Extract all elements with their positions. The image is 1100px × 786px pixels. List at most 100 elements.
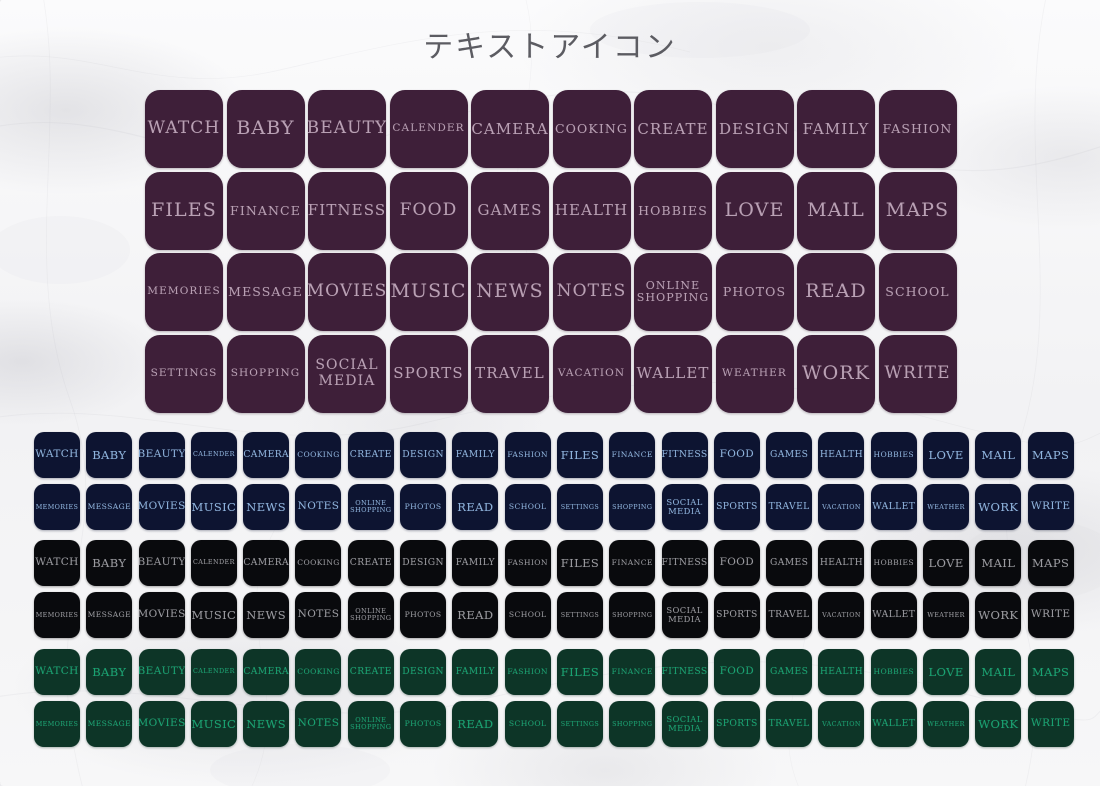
icon-tile-green-family[interactable]: FAMILY (452, 649, 499, 695)
icon-tile-black-work[interactable]: WORK (975, 592, 1022, 639)
icon-tile-navy-beauty[interactable]: BEAUTY (138, 432, 185, 478)
icon-tile-green-design[interactable]: DESIGN (400, 649, 447, 695)
icon-tile-black-family[interactable]: FAMILY (452, 540, 499, 586)
icon-tile-black-weather[interactable]: WEATHER (923, 592, 970, 639)
icon-tile-green-calender[interactable]: CALENDER (190, 649, 237, 695)
icon-tile-navy-maps[interactable]: MAPS (1027, 432, 1074, 478)
icon-tile-green-school[interactable]: SCHOOL (504, 701, 551, 748)
icon-tile-green-fashion[interactable]: FASHION (504, 649, 551, 695)
icon-tile-black-beauty[interactable]: BEAUTY (138, 540, 185, 586)
icon-tile-green-movies[interactable]: MOVIES (138, 701, 185, 748)
icon-tile-purple-work[interactable]: WORK (797, 334, 875, 413)
icon-tile-purple-shopping[interactable]: SHOPPING (226, 334, 305, 413)
icon-tile-black-games[interactable]: GAMES (766, 540, 813, 586)
icon-tile-purple-baby[interactable]: BABY (226, 90, 305, 168)
icon-tile-green-memories[interactable]: MEMORIES (34, 701, 80, 748)
icon-tile-purple-movies[interactable]: MOVIES (308, 253, 386, 331)
icon-tile-green-maps[interactable]: MAPS (1027, 649, 1074, 695)
icon-tile-green-read[interactable]: READ (452, 701, 499, 748)
icon-tile-green-photos[interactable]: PHOTOS (400, 701, 447, 748)
icon-tile-black-camera[interactable]: CAMERA (243, 540, 290, 586)
icon-tile-green-create[interactable]: CREATE (347, 649, 394, 695)
icon-tile-navy-photos[interactable]: PHOTOS (400, 484, 447, 531)
icon-tile-green-food[interactable]: FOOD (713, 649, 760, 695)
icon-tile-green-games[interactable]: GAMES (766, 649, 813, 695)
icon-tile-green-settings[interactable]: SETTINGS (556, 701, 603, 748)
icon-tile-black-calender[interactable]: CALENDER (190, 540, 237, 586)
icon-tile-navy-create[interactable]: CREATE (347, 432, 394, 478)
icon-tile-purple-food[interactable]: FOOD (389, 171, 468, 250)
icon-tile-green-watch[interactable]: WATCH (34, 649, 80, 695)
icon-tile-green-news[interactable]: NEWS (243, 701, 290, 748)
icon-tile-black-watch[interactable]: WATCH (34, 540, 80, 586)
icon-tile-navy-fitness[interactable]: FITNESS (661, 432, 708, 478)
icon-tile-purple-message[interactable]: MESSAGE (226, 253, 305, 331)
icon-tile-purple-finance[interactable]: FINANCE (226, 171, 305, 250)
icon-tile-black-files[interactable]: FILES (556, 540, 603, 586)
icon-tile-navy-mail[interactable]: MAIL (975, 432, 1022, 478)
icon-tile-black-shopping[interactable]: SHOPPING (609, 592, 656, 639)
icon-tile-black-school[interactable]: SCHOOL (504, 592, 551, 639)
icon-tile-navy-family[interactable]: FAMILY (452, 432, 499, 478)
icon-tile-navy-work[interactable]: WORK (975, 484, 1022, 531)
icon-tile-black-movies[interactable]: MOVIES (138, 592, 185, 639)
icon-tile-black-health[interactable]: HEALTH (818, 540, 865, 586)
icon-tile-purple-weather[interactable]: WEATHER (715, 334, 794, 413)
icon-tile-black-settings[interactable]: SETTINGS (556, 592, 603, 639)
icon-tile-navy-weather[interactable]: WEATHER (923, 484, 970, 531)
icon-tile-green-social-media[interactable]: SOCIAL MEDIA (661, 701, 708, 748)
icon-tile-black-read[interactable]: READ (452, 592, 499, 639)
icon-tile-green-shopping[interactable]: SHOPPING (609, 701, 656, 748)
icon-tile-purple-health[interactable]: HEALTH (552, 171, 631, 250)
icon-tile-purple-vacation[interactable]: VACATION (552, 334, 631, 413)
icon-tile-green-work[interactable]: WORK (975, 701, 1022, 748)
icon-tile-purple-music[interactable]: MUSIC (389, 253, 468, 331)
icon-tile-purple-online-shopping[interactable]: ONLINE SHOPPING (634, 253, 712, 331)
icon-tile-purple-games[interactable]: GAMES (471, 171, 549, 250)
icon-tile-black-music[interactable]: MUSIC (190, 592, 237, 639)
icon-tile-purple-travel[interactable]: TRAVEL (471, 334, 549, 413)
icon-tile-navy-cooking[interactable]: COOKING (295, 432, 342, 478)
icon-tile-black-hobbies[interactable]: HOBBIES (870, 540, 917, 586)
icon-tile-black-cooking[interactable]: COOKING (295, 540, 342, 586)
icon-tile-purple-sports[interactable]: SPORTS (389, 334, 468, 413)
icon-tile-navy-school[interactable]: SCHOOL (504, 484, 551, 531)
icon-tile-purple-maps[interactable]: MAPS (878, 171, 957, 250)
icon-tile-black-love[interactable]: LOVE (923, 540, 970, 586)
icon-tile-navy-social-media[interactable]: SOCIAL MEDIA (661, 484, 708, 531)
icon-tile-green-vacation[interactable]: VACATION (818, 701, 865, 748)
icon-tile-black-fitness[interactable]: FITNESS (661, 540, 708, 586)
icon-tile-purple-calender[interactable]: CALENDER (389, 90, 468, 168)
icon-tile-green-beauty[interactable]: BEAUTY (138, 649, 185, 695)
icon-tile-purple-wallet[interactable]: WALLET (634, 334, 712, 413)
icon-tile-black-fashion[interactable]: FASHION (504, 540, 551, 586)
icon-tile-purple-beauty[interactable]: BEAUTY (308, 90, 386, 168)
icon-tile-navy-health[interactable]: HEALTH (818, 432, 865, 478)
icon-tile-black-memories[interactable]: MEMORIES (34, 592, 80, 639)
icon-tile-green-baby[interactable]: BABY (86, 649, 133, 695)
icon-tile-black-create[interactable]: CREATE (347, 540, 394, 586)
icon-tile-navy-music[interactable]: MUSIC (190, 484, 237, 531)
icon-tile-green-sports[interactable]: SPORTS (713, 701, 760, 748)
icon-tile-black-wallet[interactable]: WALLET (870, 592, 917, 639)
icon-tile-black-design[interactable]: DESIGN (400, 540, 447, 586)
icon-tile-purple-mail[interactable]: MAIL (797, 171, 875, 250)
icon-tile-green-wallet[interactable]: WALLET (870, 701, 917, 748)
icon-tile-navy-calender[interactable]: CALENDER (190, 432, 237, 478)
icon-tile-navy-memories[interactable]: MEMORIES (34, 484, 80, 531)
icon-tile-green-mail[interactable]: MAIL (975, 649, 1022, 695)
icon-tile-purple-news[interactable]: NEWS (471, 253, 549, 331)
icon-tile-black-photos[interactable]: PHOTOS (400, 592, 447, 639)
icon-tile-green-hobbies[interactable]: HOBBIES (870, 649, 917, 695)
icon-tile-navy-files[interactable]: FILES (556, 432, 603, 478)
icon-tile-green-write[interactable]: WRITE (1027, 701, 1074, 748)
icon-tile-purple-photos[interactable]: PHOTOS (715, 253, 794, 331)
icon-tile-navy-travel[interactable]: TRAVEL (766, 484, 813, 531)
icon-tile-navy-notes[interactable]: NOTES (295, 484, 342, 531)
icon-tile-purple-watch[interactable]: WATCH (145, 90, 223, 168)
icon-tile-navy-design[interactable]: DESIGN (400, 432, 447, 478)
icon-tile-black-mail[interactable]: MAIL (975, 540, 1022, 586)
icon-tile-black-online-shopping[interactable]: ONLINE SHOPPING (347, 592, 394, 639)
icon-tile-purple-cooking[interactable]: COOKING (552, 90, 631, 168)
icon-tile-navy-finance[interactable]: FINANCE (609, 432, 656, 478)
